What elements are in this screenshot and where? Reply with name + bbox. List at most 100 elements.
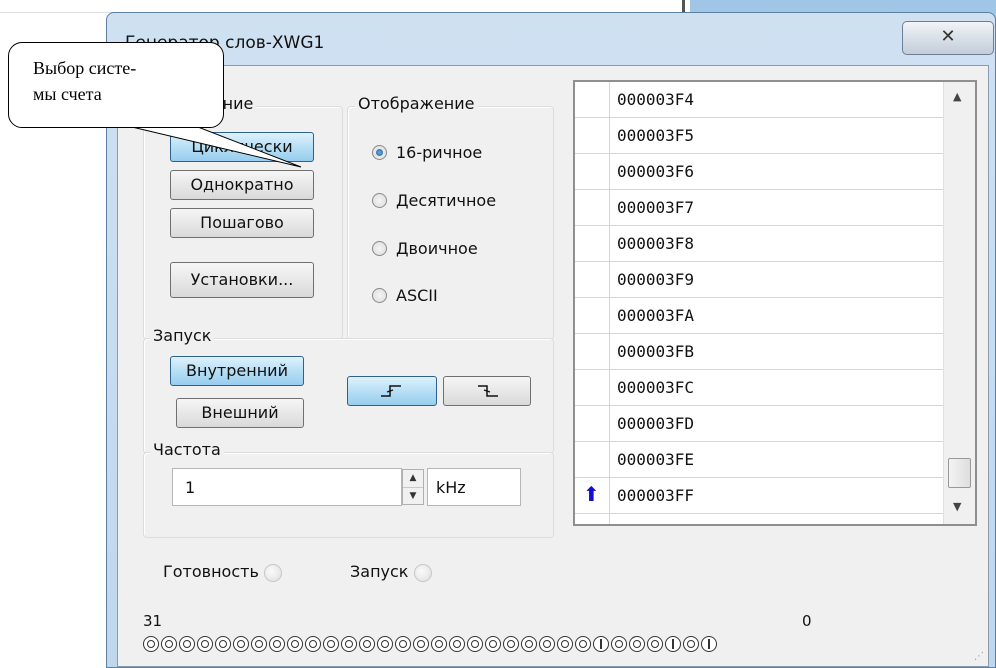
external-trigger-button[interactable]: Внешний: [176, 398, 304, 428]
memory-row[interactable]: 000003F5: [575, 118, 943, 154]
radio-ascii-label: ASCII: [396, 286, 438, 305]
memory-row-value: 000003F7: [617, 198, 695, 217]
radio-hex[interactable]: 16-ричное: [372, 143, 482, 162]
trigger-led-icon: [413, 563, 432, 582]
bit-indicator: [233, 636, 249, 652]
title-bar[interactable]: Генератор слов-XWG1 ✕: [107, 13, 995, 61]
memory-row[interactable]: 000003FD: [575, 406, 943, 442]
memory-row-value: 000003F9: [617, 270, 695, 289]
bit-indicator: [539, 636, 555, 652]
scroll-down-icon[interactable]: ▼: [953, 500, 961, 513]
radio-ascii[interactable]: ASCII: [372, 286, 438, 305]
bit-indicator: [413, 636, 429, 652]
memory-row[interactable]: 000003FB: [575, 334, 943, 370]
close-button[interactable]: ✕: [902, 21, 994, 55]
scroll-up-icon[interactable]: ▲: [953, 90, 961, 103]
rising-edge-button[interactable]: [347, 376, 437, 406]
bit-indicator: [575, 636, 591, 652]
bit-indicator: [305, 636, 321, 652]
bit-indicator: [431, 636, 447, 652]
radio-decimal[interactable]: Десятичное: [372, 191, 496, 210]
bit-indicator: [323, 636, 339, 652]
internal-trigger-button[interactable]: Внутренний: [170, 356, 304, 386]
bit-indicator: [269, 636, 285, 652]
memory-row-value: 000003FB: [617, 342, 695, 361]
trigger-group-label: Запуск: [150, 326, 215, 345]
memory-row[interactable]: 000003F9: [575, 262, 943, 298]
bit-indicator: [467, 636, 483, 652]
bit-indicator: [665, 636, 681, 652]
radio-decimal-label: Десятичное: [396, 191, 497, 210]
memory-row[interactable]: 000003F8: [575, 226, 943, 262]
msb-label: 31: [143, 612, 163, 630]
radio-hex-label: 16-ричное: [396, 143, 483, 162]
ready-label: Готовность: [163, 562, 259, 581]
memory-list[interactable]: 000003F4 000003F5 000003F6 000003F7 000003F8…: [573, 80, 977, 526]
radio-indicator[interactable]: [372, 288, 387, 303]
bit-indicator: [377, 636, 393, 652]
trigger-status: Запуск: [350, 562, 432, 582]
bit-indicator: [359, 636, 375, 652]
callout-line-1: Выбор систе-: [33, 58, 137, 78]
settings-button[interactable]: Установки...: [170, 262, 314, 298]
memory-rows: 000003F4 000003F5 000003F6 000003F7 000003F8…: [575, 82, 943, 514]
bit-indicator: [629, 636, 645, 652]
bit-indicator: [449, 636, 465, 652]
current-position-arrow-icon: ⬆: [583, 482, 600, 506]
lsb-label: 0: [802, 612, 812, 630]
scroll-thumb[interactable]: [948, 458, 971, 488]
frequency-input[interactable]: 1: [172, 468, 402, 506]
bit-indicator: [683, 636, 699, 652]
bit-indicator: [611, 636, 627, 652]
memory-row-value: 000003FA: [617, 306, 695, 325]
spin-down-icon[interactable]: ▼: [403, 488, 423, 505]
bit-indicator: [593, 636, 609, 652]
bit-indicator: [701, 636, 717, 652]
falling-edge-button[interactable]: [443, 376, 531, 406]
falling-edge-icon: [478, 385, 498, 397]
bit-indicator: [197, 636, 213, 652]
single-button[interactable]: Однократно: [170, 170, 314, 200]
cyclic-button[interactable]: Циклически: [170, 132, 314, 162]
memory-row[interactable]: 000003F6: [575, 154, 943, 190]
bit-indicator: [395, 636, 411, 652]
step-button[interactable]: Пошагово: [170, 208, 314, 238]
display-group-label: Отображение: [355, 94, 478, 113]
memory-row[interactable]: ⬆ 000003FF: [575, 478, 943, 514]
memory-row-value: 000003FF: [617, 486, 695, 505]
client-area: Управление Циклически Однократно Пошагов…: [117, 65, 989, 667]
spin-up-icon[interactable]: ▲: [403, 470, 423, 488]
callout-annotation: Выбор систе- мы счета: [8, 42, 224, 128]
bit-indicator: [485, 636, 501, 652]
frequency-group-label: Частота: [150, 440, 224, 459]
radio-indicator[interactable]: [372, 241, 387, 256]
bit-indicator: [251, 636, 267, 652]
frequency-spinner[interactable]: ▲ ▼: [402, 469, 424, 505]
radio-binary-label: Двоичное: [396, 239, 478, 258]
memory-row-value: 000003FC: [617, 378, 695, 397]
radio-binary[interactable]: Двоичное: [372, 239, 478, 258]
radio-indicator[interactable]: [372, 145, 387, 160]
bit-indicator: [341, 636, 357, 652]
ready-status: Готовность: [163, 562, 282, 582]
frequency-unit[interactable]: kHz: [427, 468, 521, 506]
memory-row-value: 000003FD: [617, 414, 695, 433]
memory-row-value: 000003F6: [617, 162, 695, 181]
bit-indicator: [179, 636, 195, 652]
bit-indicator: [503, 636, 519, 652]
memory-row[interactable]: 000003FC: [575, 370, 943, 406]
ready-led-icon: [263, 563, 282, 582]
memory-row[interactable]: 000003F4: [575, 82, 943, 118]
radio-indicator[interactable]: [372, 193, 387, 208]
memory-row-value: 000003F4: [617, 90, 695, 109]
memory-row-value: 000003FE: [617, 450, 695, 469]
memory-row[interactable]: 000003FA: [575, 298, 943, 334]
callout-line-2: мы счета: [33, 84, 102, 104]
resize-grip-icon[interactable]: ⋰: [974, 651, 984, 662]
memory-row[interactable]: 000003FE: [575, 442, 943, 478]
rising-edge-icon: [381, 385, 401, 397]
list-scrollbar[interactable]: ▲ ▼: [943, 82, 975, 524]
memory-row[interactable]: 000003F7: [575, 190, 943, 226]
bit-indicator: [215, 636, 231, 652]
close-icon: ✕: [940, 26, 956, 47]
